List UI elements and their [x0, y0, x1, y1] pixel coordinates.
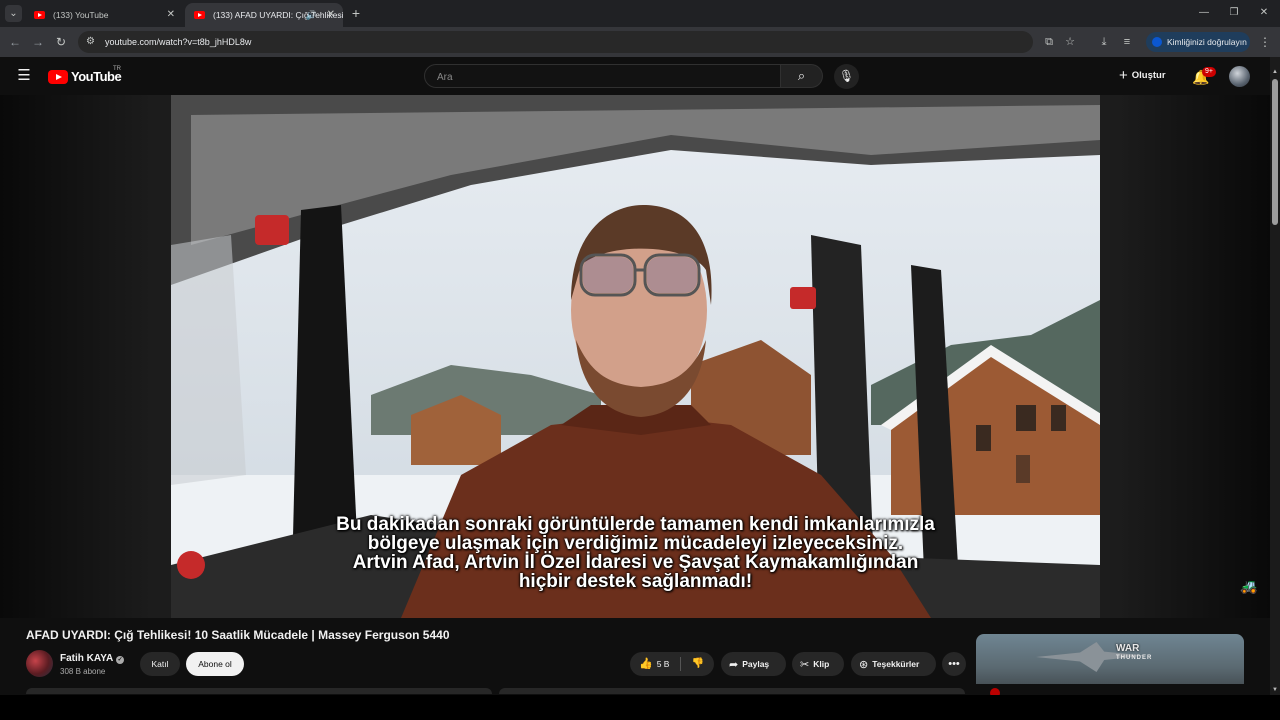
join-button[interactable]: Katıl [140, 652, 180, 676]
recommendation-brand: WAR [1116, 643, 1140, 654]
forward-icon[interactable]: → [29, 33, 47, 51]
channel-avatar[interactable] [26, 650, 53, 677]
share-button[interactable]: ➦ Paylaş [721, 652, 786, 676]
clip-button[interactable]: ✂ Klip [792, 652, 844, 676]
recommendation-brand-sub: THUNDER [1116, 655, 1153, 661]
verified-check-icon: ✓ [116, 656, 125, 664]
subscriber-count: 308 B abone [60, 667, 106, 676]
subtitle-line: Artvin Afad, Artvin İl Özel İdaresi ve Ş… [352, 552, 919, 573]
subtitle-line: Bu dakikadan sonraki görüntülerde tamame… [336, 514, 935, 535]
tab-title: (133) AFAD UYARDI: Çığ Tehlikesi! 10 Saa… [213, 10, 343, 20]
more-actions-button[interactable]: ••• [942, 652, 966, 676]
browser-tab-strip: ⌄ (133) YouTube ✕ (133) AFAD UYARDI: Çığ… [0, 0, 1280, 27]
microphone-icon: 🎙 [838, 69, 855, 83]
clip-label: Klip [813, 659, 830, 669]
site-info-icon[interactable]: ⚙ [86, 34, 95, 50]
restore-icon[interactable]: ❐ [1224, 4, 1244, 22]
youtube-header: ☰ YouTube TR ⌕ 🎙 +Oluştur 🔔 [0, 57, 1280, 95]
channel-name[interactable]: Fatih KAYA ✓ [60, 653, 125, 665]
thanks-icon: ⊛ [859, 659, 869, 671]
side-companion-icon[interactable]: 🚜 [1238, 575, 1260, 597]
create-button[interactable]: + Oluştur [1119, 65, 1166, 87]
subtitle-line: bölgeye ulaşmak için verdiğimiz mücadele… [367, 533, 904, 554]
share-label: Paylaş [742, 659, 770, 669]
page-scrollbar[interactable]: ▲ ▼ [1270, 57, 1280, 695]
profile-icon [1152, 37, 1162, 47]
address-bar[interactable]: ⚙ youtube.com/watch?v=t8b_jhHDL8w [78, 31, 1033, 53]
account-avatar[interactable] [1229, 66, 1250, 87]
close-window-icon[interactable]: ✕ [1254, 4, 1274, 22]
scroll-thumb[interactable] [1272, 79, 1278, 225]
more-icon: ••• [948, 658, 960, 670]
description-card[interactable] [499, 688, 965, 694]
install-app-icon[interactable]: ⧉ [1040, 33, 1058, 51]
notification-badge: 9+ [1202, 67, 1216, 77]
description-card[interactable] [26, 688, 492, 694]
speaker-icon[interactable]: 🔊 [306, 3, 317, 27]
share-icon: ➦ [729, 659, 739, 671]
verify-identity-button[interactable]: Kimliğinizi doğrulayın [1146, 32, 1250, 52]
browser-tab-youtube-home[interactable]: (133) YouTube ✕ [25, 3, 183, 27]
search-box [424, 64, 781, 89]
reload-icon[interactable]: ↻ [52, 33, 70, 51]
url-text[interactable]: youtube.com/watch?v=t8b_jhHDL8w [105, 31, 251, 53]
video-subtitles: Bu dakikadan sonraki görüntülerde tamame… [171, 515, 1100, 591]
browser-toolbar: ← → ↻ ⚙ youtube.com/watch?v=t8b_jhHDL8w … [0, 27, 1280, 57]
browser-tab-video[interactable]: (133) AFAD UYARDI: Çığ Tehlikesi! 10 Saa… [185, 3, 343, 27]
thanks-label: Teşekkürler [872, 659, 920, 669]
verify-label: Kimliğinizi doğrulayın [1167, 37, 1247, 47]
close-tab-icon[interactable]: ✕ [167, 3, 175, 27]
menu-icon[interactable]: ☰ [14, 67, 34, 85]
voice-search-button[interactable]: 🎙 [834, 64, 859, 89]
thanks-button[interactable]: ⊛ Teşekkürler [851, 652, 936, 676]
search-icon: ⌕ [797, 68, 806, 83]
video-title: AFAD UYARDI: Çığ Tehlikesi! 10 Saatlik M… [26, 628, 450, 642]
search-input[interactable] [435, 65, 769, 89]
like-divider [680, 657, 681, 671]
like-button[interactable]: 👍 5 B [630, 652, 680, 676]
search-button[interactable]: ⌕ [781, 64, 823, 88]
new-tab-button[interactable]: + [346, 3, 366, 23]
youtube-favicon-icon [194, 11, 205, 19]
minimize-icon[interactable]: — [1194, 4, 1214, 22]
youtube-play-logo-icon [48, 70, 68, 84]
subtitle-line: hiçbir destek sağlanmadı! [518, 571, 753, 592]
dislike-icon: 👎 [691, 658, 705, 669]
scroll-down-icon[interactable]: ▼ [1270, 687, 1280, 693]
bookmark-star-icon[interactable]: ☆ [1061, 33, 1079, 51]
taskbar-edge [0, 695, 1280, 720]
country-code: TR [113, 66, 121, 72]
dislike-button[interactable]: 👎 [684, 652, 712, 676]
media-control-icon[interactable]: ≡ [1118, 33, 1136, 51]
plus-icon: + [1119, 67, 1128, 84]
browser-menu-icon[interactable]: ⋮ [1258, 33, 1272, 51]
recommended-video-info[interactable] [976, 684, 1244, 698]
like-count: 5 B [656, 659, 670, 669]
download-icon[interactable]: ⤓ [1095, 33, 1113, 51]
close-tab-icon[interactable]: ✕ [327, 3, 335, 27]
like-icon: 👍 [639, 658, 653, 670]
like-dislike-group: 👍 5 B 👎 [630, 652, 714, 676]
subscribe-button[interactable]: Abone ol [186, 652, 244, 676]
create-label: Oluştur [1131, 70, 1166, 81]
back-icon[interactable]: ← [6, 33, 24, 51]
youtube-favicon-icon [34, 11, 45, 19]
tab-search-icon[interactable]: ⌄ [5, 5, 22, 22]
tab-title: (133) YouTube [53, 10, 109, 20]
scissors-icon: ✂ [800, 659, 810, 671]
scroll-up-icon[interactable]: ▲ [1270, 69, 1280, 75]
